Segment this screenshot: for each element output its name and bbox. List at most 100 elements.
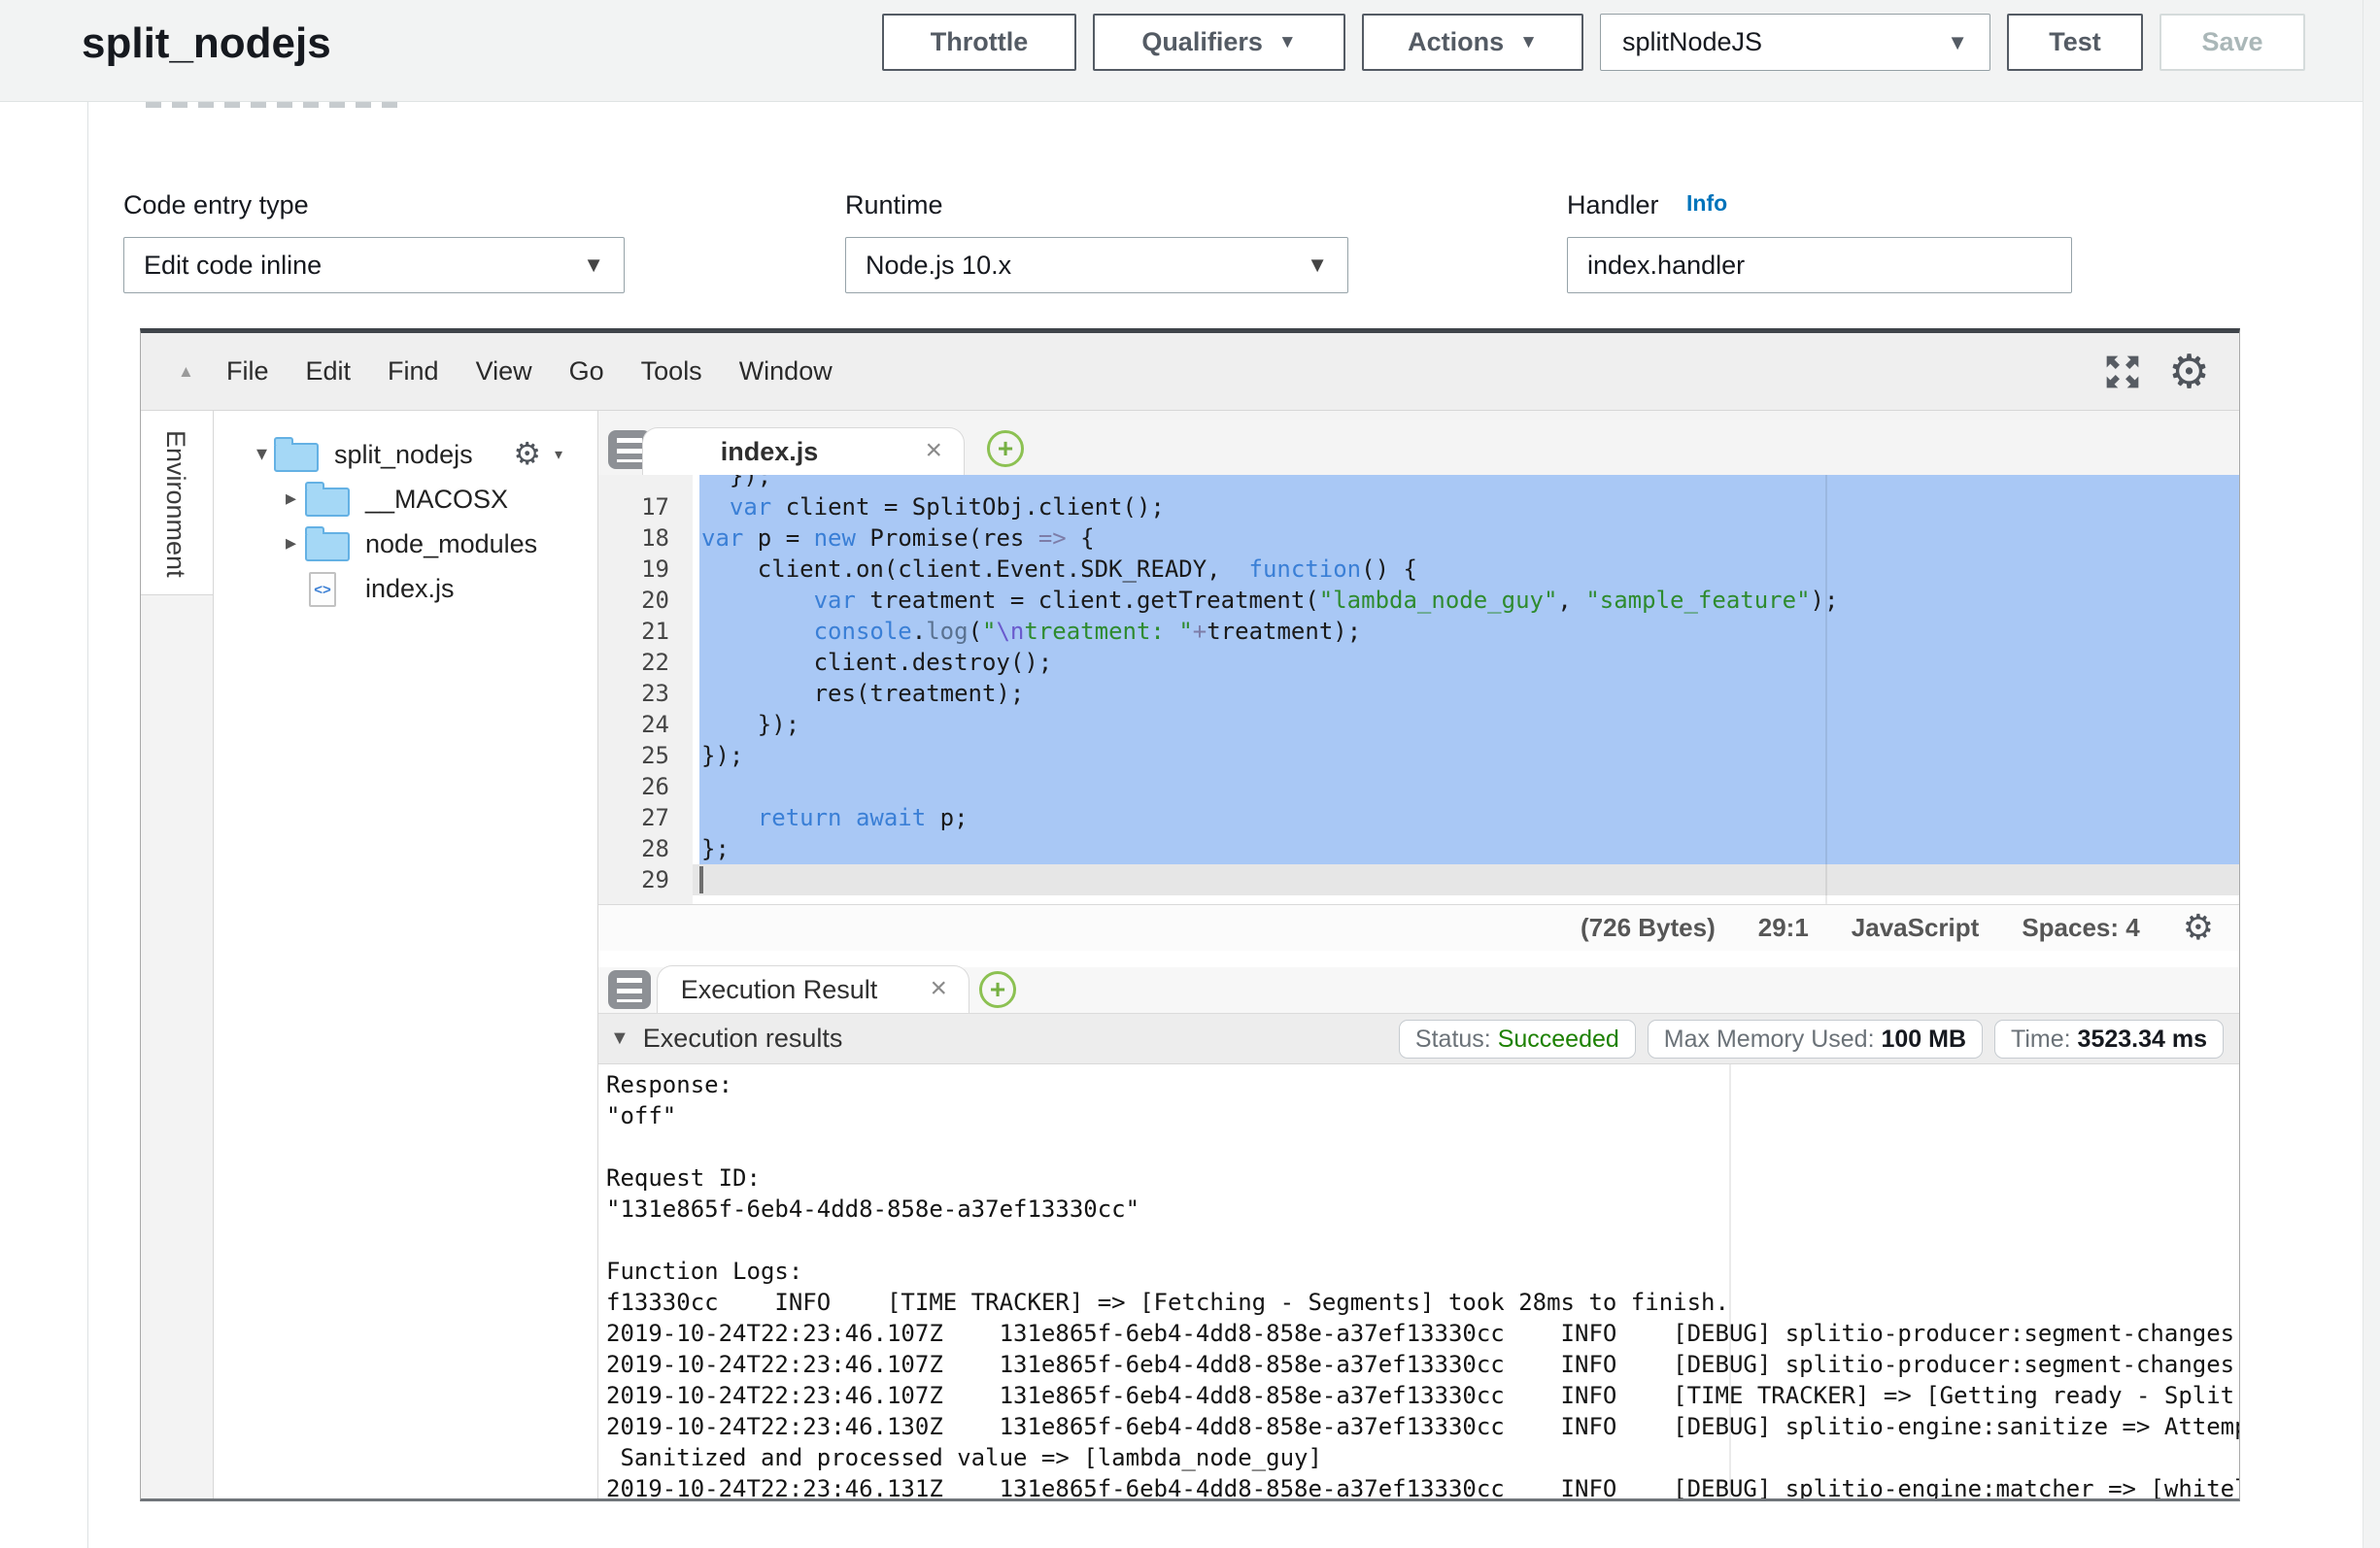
qualifiers-button[interactable]: Qualifiers ▼: [1093, 14, 1345, 71]
chevron-right-icon[interactable]: ▸: [286, 530, 296, 555]
test-event-select[interactable]: splitNodeJS ▼: [1600, 14, 1990, 71]
code-line-28[interactable]: };: [701, 833, 730, 864]
tab-index-js[interactable]: index.js ×: [642, 427, 965, 475]
code-line-27[interactable]: return await p;: [701, 802, 969, 833]
handler-info-link[interactable]: Info: [1686, 190, 1727, 217]
chevron-down-icon: ▼: [1307, 252, 1328, 278]
tree-item--macosx[interactable]: ▸__MACOSX: [214, 478, 597, 522]
log-line: 2019-10-24T22:23:46.107Z 131e865f-6eb4-4…: [606, 1349, 2234, 1380]
close-tab-icon[interactable]: ×: [930, 972, 947, 1005]
line-number: 20: [598, 585, 669, 616]
test-button-label: Test: [2049, 27, 2101, 57]
code-entry-type-label: Code entry type: [123, 190, 309, 220]
line-number: 22: [598, 647, 669, 678]
menu-item-file[interactable]: File: [226, 356, 269, 387]
folder-settings-gear-icon[interactable]: ⚙: [513, 438, 541, 469]
collapse-menu-icon[interactable]: ▲: [178, 362, 194, 382]
editor-pane: index.js × + 17181920212223242526272829 …: [598, 411, 2239, 1498]
execution-results-output[interactable]: Response:"off"Request ID:"131e865f-6eb4-…: [598, 1064, 2239, 1498]
tab-execution-result-label: Execution Result: [658, 966, 901, 1013]
line-number: 27: [598, 802, 669, 833]
card-left-border: [87, 102, 88, 1548]
collapse-results-icon[interactable]: ▼: [610, 1027, 629, 1050]
log-line: Function Logs:: [606, 1256, 802, 1287]
code-line-25[interactable]: });: [701, 740, 743, 771]
throttle-button[interactable]: Throttle: [882, 14, 1076, 71]
tree-item-label: split_nodejs: [334, 440, 473, 470]
menu-item-window[interactable]: Window: [739, 356, 833, 387]
execution-status-badges: Status: SucceededMax Memory Used: 100 MB…: [1399, 1020, 2224, 1059]
close-tab-icon[interactable]: ×: [925, 434, 942, 467]
badge-status: Status: Succeeded: [1399, 1020, 1636, 1059]
handler-label: Handler: [1567, 190, 1659, 220]
menu-item-go[interactable]: Go: [569, 356, 604, 387]
line-number: 23: [598, 678, 669, 709]
editor-menubar: ▲ File Edit Find View Go Tools Window ⚙: [141, 333, 2239, 411]
handler-input[interactable]: index.handler: [1567, 237, 2072, 293]
tab-execution-result[interactable]: Execution Result ×: [657, 965, 969, 1013]
line-number-gutter: 17181920212223242526272829: [598, 475, 693, 904]
chevron-down-icon: ▼: [1947, 30, 1968, 55]
chevron-down-icon[interactable]: ▾: [256, 441, 267, 466]
code-line-23[interactable]: res(treatment);: [701, 678, 1024, 709]
actions-button-label: Actions: [1408, 27, 1504, 57]
code-tabbar: index.js × +: [598, 411, 2239, 475]
line-number: 18: [598, 522, 669, 554]
chevron-right-icon[interactable]: ▸: [286, 486, 296, 511]
tree-item-split-nodejs[interactable]: ▾ split_nodejs ⚙ ▾: [214, 433, 597, 478]
log-line: f13330cc INFO [TIME TRACKER] => [Fetchin…: [606, 1287, 1729, 1318]
line-number: 19: [598, 554, 669, 585]
code-editor[interactable]: 17181920212223242526272829 }); var clien…: [598, 475, 2239, 904]
code-line-21[interactable]: console.log("\ntreatment: "+treatment);: [701, 616, 1361, 647]
log-line: 2019-10-24T22:23:46.130Z 131e865f-6eb4-4…: [606, 1411, 2239, 1442]
clipped-content-fragment: [146, 102, 403, 108]
tab-index-js-label: index.js: [643, 428, 896, 475]
code-entry-type-select[interactable]: Edit code inline ▼: [123, 237, 625, 293]
file-tree-panel: ▾ split_nodejs ⚙ ▾ ▸__MACOSX▸node_modules<>i…: [214, 411, 598, 1498]
code-editor-window: ▲ File Edit Find View Go Tools Window ⚙: [140, 328, 2240, 1501]
new-tab-icon[interactable]: +: [987, 430, 1024, 467]
line-number: 29: [598, 864, 669, 895]
line-number: 26: [598, 771, 669, 802]
menu-item-view[interactable]: View: [476, 356, 532, 387]
indentation-status[interactable]: Spaces: 4: [2022, 913, 2139, 943]
cursor-position-status[interactable]: 29:1: [1758, 913, 1809, 943]
code-line-24[interactable]: });: [701, 709, 799, 740]
log-line: 2019-10-24T22:23:46.107Z 131e865f-6eb4-4…: [606, 1380, 2234, 1411]
runtime-select[interactable]: Node.js 10.x ▼: [845, 237, 1348, 293]
menu-item-find[interactable]: Find: [388, 356, 439, 387]
tree-item-index-js[interactable]: <>index.js: [214, 567, 597, 612]
code-line-17[interactable]: var client = SplitObj.client();: [701, 491, 1165, 522]
tab-list-icon[interactable]: [608, 970, 651, 1009]
code-line-19[interactable]: client.on(client.Event.SDK_READY, functi…: [701, 554, 1417, 585]
language-status[interactable]: JavaScript: [1852, 913, 1980, 943]
code-line-22[interactable]: client.destroy();: [701, 647, 1052, 678]
test-event-select-value: splitNodeJS: [1622, 27, 1762, 57]
editor-menubar-items: File Edit Find View Go Tools Window: [226, 333, 833, 410]
actions-button[interactable]: Actions ▼: [1362, 14, 1583, 71]
code-line-20[interactable]: var treatment = client.getTreatment("lam…: [701, 585, 1838, 616]
save-button[interactable]: Save: [2159, 14, 2305, 71]
environment-strip: Environment: [141, 411, 214, 1498]
environment-tab-label: Environment: [160, 430, 190, 578]
code-line-18[interactable]: var p = new Promise(res => {: [701, 522, 1095, 554]
fullscreen-icon[interactable]: [2102, 352, 2143, 392]
page-title: split_nodejs: [82, 19, 331, 68]
tree-item-node-modules[interactable]: ▸node_modules: [214, 522, 597, 567]
menu-item-tools[interactable]: Tools: [641, 356, 702, 387]
code-line-16[interactable]: });: [701, 475, 771, 491]
environment-tab[interactable]: Environment: [141, 411, 213, 595]
page-header: split_nodejs Throttle Qualifiers ▼ Actio…: [0, 0, 2380, 102]
menu-item-edit[interactable]: Edit: [306, 356, 352, 387]
chevron-down-icon: ▾: [555, 445, 562, 464]
editor-settings-gear-icon[interactable]: ⚙: [2168, 349, 2210, 395]
new-tab-icon[interactable]: +: [979, 971, 1016, 1008]
handler-input-value: index.handler: [1587, 251, 1745, 281]
runtime-label: Runtime: [845, 190, 943, 220]
statusbar-settings-gear-icon[interactable]: ⚙: [2183, 911, 2214, 946]
chevron-down-icon: ▼: [1278, 33, 1297, 51]
test-button[interactable]: Test: [2007, 14, 2143, 71]
line-number: 25: [598, 740, 669, 771]
folder-icon: [305, 488, 350, 517]
badge-time: Time: 3523.34 ms: [1994, 1020, 2224, 1059]
